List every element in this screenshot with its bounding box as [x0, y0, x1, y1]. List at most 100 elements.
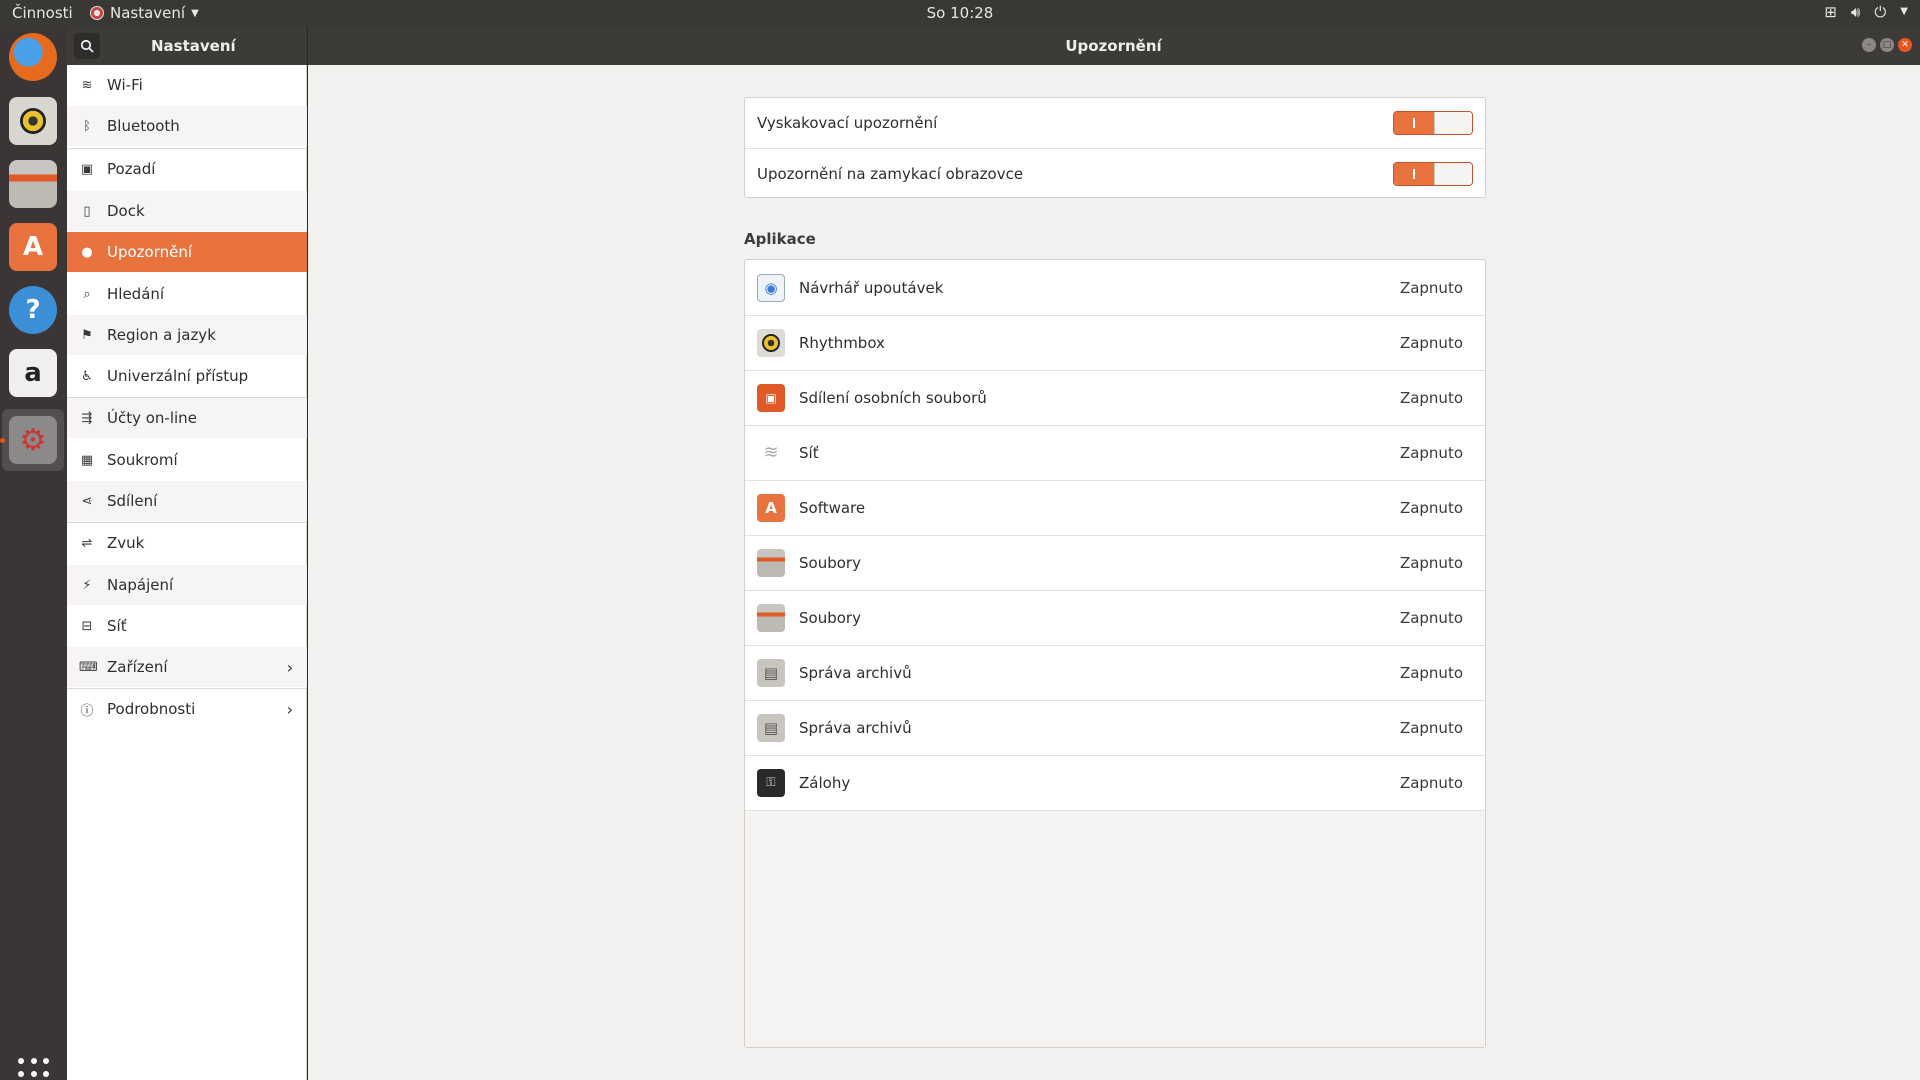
sidebar-item-accessibility[interactable]: ♿︎ Univerzální přístup — [67, 356, 307, 396]
notification-toggles-panel: Vyskakovací upozornění Upozornění na zam… — [744, 97, 1486, 198]
sidebar-item-label: Podrobnosti — [107, 700, 196, 718]
app-name: Správa archivů — [799, 718, 912, 737]
settings-icon[interactable]: ⚙ — [9, 416, 57, 464]
online-accounts-icon: ⇶ — [81, 410, 93, 426]
app-row-file-sharing[interactable]: ▣ Sdílení osobních souborů Zapnuto — [745, 370, 1485, 425]
maximize-button[interactable]: □ — [1880, 38, 1894, 52]
app-row-software[interactable]: A Software Zapnuto — [745, 480, 1485, 535]
wifi-icon: ≋ — [81, 77, 93, 93]
sidebar-item-notifications[interactable]: ● Upozornění — [67, 232, 307, 272]
app-status: Zapnuto — [1399, 773, 1463, 792]
sidebar-item-label: Upozornění — [107, 243, 193, 261]
sidebar-item-sharing[interactable]: ⋖ Sdílení — [67, 481, 307, 521]
app-row-files[interactable]: Soubory Zapnuto — [745, 535, 1485, 590]
poster-designer-icon: ◉ — [757, 273, 785, 302]
sidebar-item-label: Napájení — [107, 576, 174, 594]
app-name: Soubory — [799, 608, 861, 627]
sidebar-item-bluetooth[interactable]: ᛒ Bluetooth — [67, 106, 307, 146]
lock-screen-notifications-switch[interactable] — [1393, 162, 1473, 186]
sidebar-item-search[interactable]: ⌕ Hledání — [67, 274, 307, 314]
rhythmbox-icon[interactable] — [9, 97, 57, 145]
sidebar-item-label: Region a jazyk — [107, 326, 216, 344]
sidebar-item-devices[interactable]: ⌨︎ Zařízení › — [67, 647, 307, 687]
sidebar-item-region[interactable]: ⚑ Region a jazyk — [67, 315, 307, 355]
sidebar-item-dock[interactable]: ▯ Dock — [67, 191, 307, 231]
sidebar-item-label: Síť — [107, 617, 127, 635]
app-name: Soubory — [799, 553, 861, 572]
sidebar-item-privacy[interactable]: ▦ Soukromí — [67, 440, 307, 480]
popup-notifications-label: Vyskakovací upozornění — [757, 114, 938, 132]
files-icon — [757, 548, 785, 577]
popup-notifications-row: Vyskakovací upozornění — [745, 98, 1485, 148]
applications-list: ◉ Návrhář upoutávek Zapnuto Rhythmbox Za… — [744, 259, 1486, 1048]
rhythmbox-icon — [757, 328, 785, 357]
power-icon[interactable]: ⏻ — [1874, 3, 1886, 21]
chevron-right-icon: › — [286, 657, 293, 677]
sharing-icon: ⋖ — [81, 493, 93, 509]
app-status: Zapnuto — [1399, 443, 1463, 462]
network-wired-icon[interactable]: ⊞ — [1824, 3, 1837, 21]
applications-list-empty-area — [745, 811, 1485, 1047]
sidebar-item-label: Pozadí — [107, 160, 156, 178]
show-applications-button[interactable] — [18, 1058, 50, 1080]
files-icon[interactable] — [9, 160, 57, 208]
sidebar-item-power[interactable]: ⚡︎ Napájení — [67, 565, 307, 605]
caret-down-icon[interactable]: ▼ — [1900, 6, 1908, 21]
software-icon[interactable]: A — [9, 223, 57, 271]
power-icon: ⚡︎ — [82, 577, 92, 593]
sidebar-item-label: Hledání — [107, 285, 165, 303]
sidebar-item-online-accounts[interactable]: ⇶ Účty on-line — [67, 398, 307, 438]
sidebar: ≋ Wi-Fi ᛒ Bluetooth ▣ Pozadí ▯ Dock ● Upozorn… — [67, 65, 307, 1080]
app-status: Zapnuto — [1399, 498, 1463, 517]
search-icon: ⌕ — [83, 286, 91, 302]
main-content: Vyskakovací upozornění Upozornění na zam… — [308, 65, 1920, 1080]
app-row-backups[interactable]: ⚿ Zálohy Zapnuto — [745, 755, 1485, 810]
top-bar: Činnosti Nastavení ▼ So 10:28 ⊞ 🔊︎ ⏻ ▼ — [0, 0, 1920, 27]
files-icon — [757, 603, 785, 632]
popup-notifications-switch[interactable] — [1393, 111, 1473, 135]
sidebar-item-background[interactable]: ▣ Pozadí — [67, 149, 307, 189]
app-status: Zapnuto — [1399, 718, 1463, 737]
region-icon: ⚑ — [81, 327, 93, 343]
amazon-icon[interactable]: a — [9, 349, 57, 397]
sidebar-item-label: Bluetooth — [107, 117, 180, 135]
app-row-archive-manager[interactable]: ▤ Správa archivů Zapnuto — [745, 645, 1485, 700]
sidebar-item-label: Účty on-line — [107, 409, 197, 427]
app-name: Sdílení osobních souborů — [799, 388, 987, 407]
background-icon: ▣ — [80, 161, 94, 177]
close-button[interactable]: ✕ — [1898, 38, 1912, 52]
sidebar-item-label: Zvuk — [107, 534, 145, 552]
network-icon: ⊟ — [81, 618, 93, 634]
app-row-files[interactable]: Soubory Zapnuto — [745, 590, 1485, 645]
bluetooth-icon: ᛒ — [83, 118, 91, 134]
sidebar-item-wifi[interactable]: ≋ Wi-Fi — [67, 65, 307, 105]
privacy-icon: ▦ — [80, 452, 94, 468]
network-wifi-icon: ≋ — [763, 442, 779, 463]
volume-icon[interactable]: 🔊︎ — [1851, 3, 1860, 21]
archive-manager-icon: ▤ — [757, 713, 785, 742]
app-row-poster-designer[interactable]: ◉ Návrhář upoutávek Zapnuto — [745, 260, 1485, 315]
app-row-network[interactable]: ≋ Síť Zapnuto — [745, 425, 1485, 480]
app-row-archive-manager[interactable]: ▤ Správa archivů Zapnuto — [745, 700, 1485, 755]
app-status: Zapnuto — [1399, 333, 1463, 352]
help-icon[interactable]: ? — [9, 286, 57, 334]
app-row-rhythmbox[interactable]: Rhythmbox Zapnuto — [745, 315, 1485, 370]
search-button[interactable] — [74, 33, 100, 59]
sidebar-item-label: Sdílení — [107, 492, 158, 510]
sidebar-item-label: Zařízení — [107, 658, 168, 676]
sidebar-item-details[interactable]: ⓘ Podrobnosti › — [67, 689, 307, 729]
app-status: Zapnuto — [1399, 388, 1463, 407]
app-status: Zapnuto — [1399, 663, 1463, 682]
dock-icon: ▯ — [83, 203, 91, 219]
sidebar-title: Nastavení — [151, 37, 236, 55]
sidebar-item-sound[interactable]: ⇌ Zvuk — [67, 523, 307, 563]
dock: A ? a ⚙ — [0, 27, 67, 1080]
clock[interactable]: So 10:28 — [0, 4, 1920, 22]
chevron-right-icon: › — [286, 699, 293, 719]
firefox-icon[interactable] — [9, 33, 57, 81]
app-name: Rhythmbox — [799, 333, 885, 352]
search-icon — [80, 39, 94, 53]
sidebar-item-network[interactable]: ⊟ Síť — [67, 606, 307, 646]
minimize-button[interactable]: – — [1862, 38, 1876, 52]
system-tray[interactable]: ⊞ 🔊︎ ⏻ ▼ — [1824, 3, 1908, 21]
